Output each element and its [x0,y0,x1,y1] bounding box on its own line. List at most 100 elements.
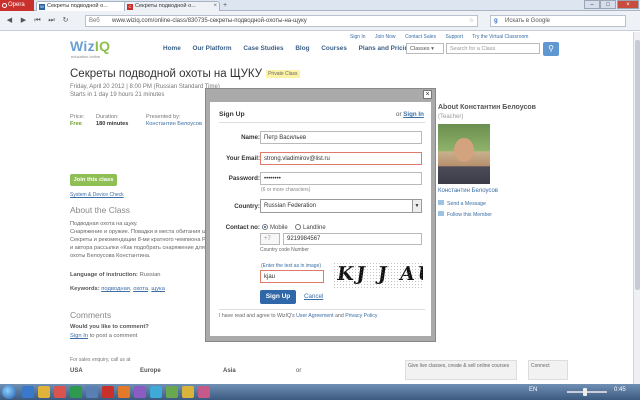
app-icon[interactable] [86,386,98,398]
mobile-radio[interactable]: Mobile [262,224,288,231]
send-message-link[interactable]: Send a Message [438,200,486,207]
url-input[interactable]: Веб www.wiziq.com/online-class/830735-се… [85,15,478,27]
nav-courses[interactable]: Courses [321,45,347,52]
name-input[interactable]: Петр Васильев [260,131,422,144]
opera-menu-button[interactable]: Opera [0,0,34,11]
windows-taskbar: EN 0:45 [0,384,640,400]
country-select[interactable]: Russian Federation ▼ [260,199,422,213]
top-link-contact-sales[interactable]: Contact Sales [405,34,436,40]
presenter-link[interactable]: Константин Белоусов [146,121,202,127]
system-check-link[interactable]: System & Device Check [70,192,124,198]
top-links: Sign In Join Now Contact Sales Support T… [350,34,633,40]
teacher-avatar[interactable] [438,124,490,184]
wiziq-logo[interactable]: WizIQ [70,38,110,54]
follow-icon [438,211,444,216]
nav-home[interactable]: Home [163,45,181,52]
privacy-policy-link[interactable]: Privacy Policy [345,313,377,319]
class-title: Секреты подводной охоты на ЩУКУ Private C… [70,68,300,80]
country-label: Country: [234,203,260,210]
message-icon [438,200,444,205]
bookmark-star-icon[interactable]: ☆ [469,16,474,26]
top-link-support[interactable]: Support [445,34,463,40]
footer-connect-box[interactable]: Connect [528,360,568,380]
wiziq-favicon-icon: W [39,4,45,10]
user-agreement-link[interactable]: User Agreement [296,313,333,319]
top-link-join-now[interactable]: Join Now [375,34,396,40]
media-icon[interactable] [54,386,66,398]
close-tab-icon[interactable]: × [213,2,217,11]
nav-case-studies[interactable]: Case Studies [243,45,283,52]
page-scrollbar[interactable] [633,32,640,384]
private-class-badge: Private Class [266,69,300,78]
nav-plans-pricing[interactable]: Plans and Pricing [359,45,413,52]
back-icon[interactable]: ◀ [4,15,15,26]
modal-signin-line: or Sign In [396,111,424,118]
country-code-number-label: Country code Number [260,247,309,253]
country-code-input[interactable]: +7 [260,233,280,245]
app-icon[interactable] [198,386,210,398]
opera-logo-icon [2,3,7,8]
modal-close-icon[interactable]: × [423,90,432,99]
firefox-icon[interactable] [118,386,130,398]
rewind-icon[interactable]: ⏮ [32,15,43,26]
start-button[interactable] [2,385,16,399]
comment-signin-link[interactable]: Sign In [70,333,88,339]
follow-member-link[interactable]: Follow this Member [438,211,492,218]
presenter-info: Presented by: Константин Белоусов [146,114,202,127]
keyword-link[interactable]: охота [133,286,148,292]
teacher-name-link[interactable]: Константин Белоусов [438,188,498,194]
modal-signin-link[interactable]: Sign In [403,111,424,118]
keyword-link[interactable]: подводная [101,286,130,292]
signup-button[interactable]: Sign Up [260,290,296,304]
volume-knob[interactable] [583,388,587,396]
email-input[interactable]: strong.vladimirov@list.ru [260,152,422,165]
ie-icon[interactable] [22,386,34,398]
join-class-button[interactable]: Join this class [70,174,117,186]
keyword-link[interactable]: щука [151,286,165,292]
captcha-hint: (Enter the text as in image) [261,263,322,269]
page-favicon-icon: C [127,4,133,10]
nav-blog[interactable]: Blog [295,45,309,52]
clock[interactable]: 0:45 [614,387,626,393]
agreement-text: I have read and agree to WizIQ's User Ag… [219,313,378,319]
volume-slider[interactable] [567,391,607,393]
main-nav: Home Our Platform Case Studies Blog Cour… [163,45,422,52]
minimize-button[interactable]: – [584,0,600,9]
logo-tagline: education.online [71,54,101,59]
landline-radio[interactable]: Landline [295,224,326,231]
reload-icon[interactable]: ↻ [60,15,71,26]
app-icon[interactable] [166,386,178,398]
class-date: Friday, April 20 2012 | 8:00 PM (Russian… [70,84,220,90]
forward-icon[interactable]: ▶ [18,15,29,26]
opera-icon[interactable] [102,386,114,398]
skype-icon[interactable] [150,386,162,398]
fast-forward-icon[interactable]: ⏭ [46,15,57,26]
classes-select[interactable]: Classes ▾ [406,43,444,54]
window-close-button[interactable]: × [617,0,639,9]
password-input[interactable]: •••••••• [260,172,422,185]
app-icon[interactable] [182,386,194,398]
captcha-input[interactable]: kjau [260,270,324,283]
password-label: Password: [228,175,260,182]
language-indicator[interactable]: EN [529,387,537,393]
app-icon[interactable] [134,386,146,398]
scrollbar-thumb[interactable] [635,40,640,290]
folder-icon[interactable] [38,386,50,398]
captcha-image: KJ J AU [333,262,423,288]
class-search-input[interactable]: Search for a Class [446,43,540,54]
google-icon: g [494,18,498,24]
top-link-virtual-classroom[interactable]: Try the Virtual Classroom [472,34,528,40]
cancel-link[interactable]: Cancel [304,293,323,300]
maximize-button[interactable]: □ [600,0,616,9]
tab-wiziq-2[interactable]: C Секреты подводной о... × [124,1,220,11]
sales-enquiry: For sales enquiry, call us at [70,357,131,363]
top-link-sign-in[interactable]: Sign In [350,34,366,40]
phone-number-input[interactable]: 9219984567 [283,233,422,245]
new-tab-icon[interactable]: + [223,2,227,9]
tab-wiziq-1[interactable]: W Секреты подводной о... × [36,1,132,11]
google-search-input[interactable]: g Искать в Google [490,15,626,27]
app-icon[interactable] [70,386,82,398]
footer-promo-box[interactable]: Give live classes, create & sell online … [405,360,517,380]
search-icon[interactable]: ⚲ [543,42,559,56]
nav-our-platform[interactable]: Our Platform [193,45,232,52]
